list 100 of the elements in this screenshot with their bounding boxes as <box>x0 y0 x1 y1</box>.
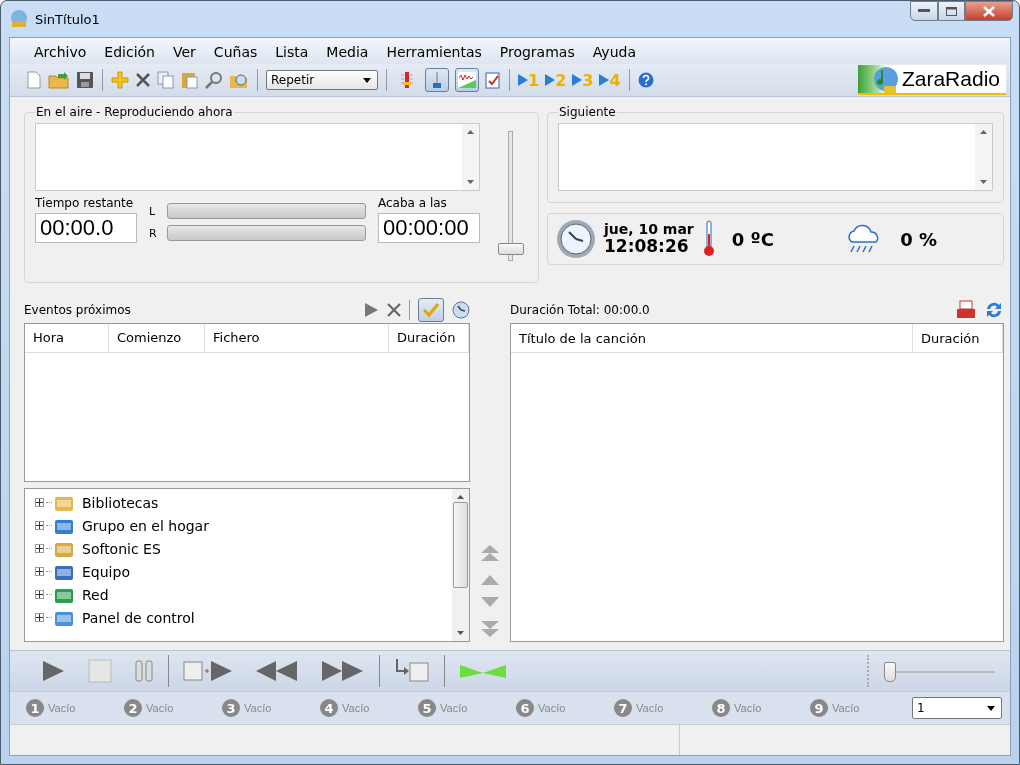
scrollbar[interactable] <box>462 124 479 190</box>
position-slider[interactable] <box>884 661 996 681</box>
expander-icon[interactable] <box>35 498 44 508</box>
field-label: Tiempo restante <box>35 196 135 210</box>
section-title: Eventos próximos <box>24 302 131 317</box>
column-header[interactable]: Hora <box>25 323 109 352</box>
slider-thumb[interactable] <box>884 662 896 682</box>
events-enabled-toggle[interactable] <box>418 297 444 322</box>
play-icon <box>572 74 583 86</box>
cart-slot[interactable]: 5 Vacío <box>418 699 516 717</box>
menu-item[interactable]: Media <box>318 42 379 60</box>
menu-item[interactable]: Archivo <box>26 42 97 60</box>
expander-icon[interactable] <box>35 613 44 623</box>
total-duration-text: Duración Total: 00:00.0 <box>510 303 650 317</box>
channel-label: R <box>149 226 157 240</box>
channel-label: L <box>149 204 157 218</box>
menu-item[interactable]: Programas <box>491 42 585 60</box>
play-icon[interactable] <box>40 659 66 683</box>
toolbar-toggle[interactable] <box>425 68 449 92</box>
scroll-up-icon[interactable] <box>457 495 464 500</box>
caret-icon <box>987 705 995 711</box>
thermometer-icon <box>701 220 716 258</box>
temperature-text: 0 ºC <box>731 228 774 250</box>
cart-slot[interactable]: 7 Vacío <box>614 699 712 717</box>
scroll-down-icon[interactable] <box>457 631 464 635</box>
toolbar-toggle[interactable] <box>455 68 479 92</box>
save-icon[interactable] <box>76 71 94 89</box>
paste-icon[interactable] <box>181 71 199 89</box>
refresh-icon[interactable] <box>984 300 1004 320</box>
play-icon <box>545 74 556 86</box>
waveform-icon <box>458 72 476 88</box>
volume-slider-thumb[interactable] <box>498 243 524 255</box>
time-remaining-display: 00:00.0 <box>35 213 137 243</box>
level-meter-icon <box>400 71 414 89</box>
column-header[interactable]: Duración <box>913 324 1003 352</box>
menu-item[interactable]: Ver <box>165 42 206 60</box>
time-text: 12:08:26 <box>604 237 690 257</box>
fast-forward-icon[interactable] <box>321 659 365 683</box>
tree-item[interactable]: Softonic ES <box>35 537 452 561</box>
maximize-icon <box>946 6 957 16</box>
close-button[interactable] <box>965 1 1013 21</box>
cart-slot[interactable]: 4 Vacío <box>320 699 418 717</box>
menu-item[interactable]: Cuñas <box>205 42 268 60</box>
date-text: jue, 10 mar <box>604 221 694 238</box>
scrollbar[interactable] <box>452 489 469 641</box>
column-header[interactable]: Duración <box>389 323 469 352</box>
expander-icon[interactable] <box>35 567 44 577</box>
column-header[interactable]: Fichero <box>205 323 389 352</box>
cart-slot[interactable]: 6 Vacío <box>516 699 614 717</box>
expander-icon[interactable] <box>35 590 44 600</box>
app-logo-icon <box>9 9 29 29</box>
tree-item[interactable]: Grupo en el hogar <box>35 514 452 538</box>
printer-icon[interactable] <box>956 300 976 320</box>
clock-icon[interactable] <box>452 300 470 319</box>
folder-search-icon[interactable] <box>229 71 249 89</box>
tree-item[interactable]: Red <box>35 583 452 607</box>
minimize-button[interactable] <box>910 1 938 21</box>
expander-icon[interactable] <box>35 521 44 531</box>
fader-icon <box>430 71 444 89</box>
tree-item[interactable]: Equipo <box>35 560 452 584</box>
cart-slot[interactable]: 3 Vacío <box>222 699 320 717</box>
rewind-icon[interactable] <box>255 659 299 683</box>
cart-slot[interactable]: 9 Vacío <box>810 699 908 717</box>
open-folder-icon[interactable] <box>48 71 70 89</box>
scrollbar[interactable] <box>975 124 992 190</box>
cart-slot[interactable]: 1 Vacío <box>26 699 124 717</box>
cart-slot[interactable]: 2 Vacío <box>124 699 222 717</box>
scroll-up-icon[interactable] <box>980 130 987 134</box>
menu-item[interactable]: Herramientas <box>378 42 492 60</box>
tree-item[interactable]: Panel de control <box>35 606 452 630</box>
maximize-button[interactable] <box>938 1 965 21</box>
delete-icon[interactable] <box>135 72 151 88</box>
next-track-icon[interactable] <box>183 659 233 683</box>
column-header[interactable]: Comienzo <box>109 323 205 352</box>
minimize-icon <box>918 9 930 13</box>
column-header[interactable]: Título de la canción <box>511 324 913 352</box>
menu-item[interactable]: Ayuda <box>584 42 646 60</box>
panel-title: En el aire - Reproduciendo ahora <box>35 105 234 119</box>
scroll-up-icon[interactable] <box>467 130 474 134</box>
checklist-icon[interactable] <box>485 71 501 89</box>
menu-item[interactable]: Edición <box>96 42 165 60</box>
rain-probability-text: 0 % <box>900 228 937 250</box>
cart-slot[interactable]: 8 Vacío <box>712 699 810 717</box>
checkmark-icon <box>423 302 439 317</box>
search-icon[interactable] <box>205 71 223 89</box>
tree-item[interactable]: Bibliotecas <box>35 491 452 515</box>
scroll-down-icon[interactable] <box>467 180 474 184</box>
zararadio-logo: ZaraRadio <box>857 65 1006 95</box>
delete-icon[interactable] <box>387 302 401 317</box>
play-icon[interactable] <box>363 301 379 318</box>
caret-icon <box>363 77 371 83</box>
cart-page-dropdown[interactable]: 1 <box>912 697 1002 719</box>
help-icon[interactable] <box>637 72 654 88</box>
menu-item[interactable]: Lista <box>267 42 319 60</box>
stop-after-icon[interactable] <box>394 658 430 684</box>
close-icon <box>983 5 995 17</box>
expander-icon[interactable] <box>35 544 44 554</box>
mode-dropdown[interactable]: Repetir <box>266 70 378 90</box>
end-time-display: 00:00:00 <box>378 213 480 243</box>
scroll-down-icon[interactable] <box>980 180 987 184</box>
